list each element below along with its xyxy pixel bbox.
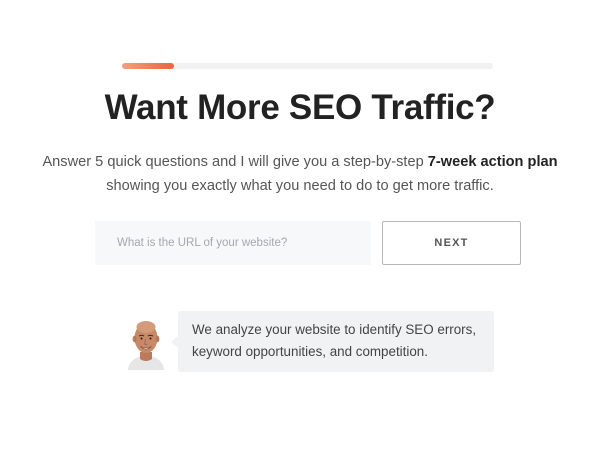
info-text-line-2: keyword opportunities, and competition. [192,344,428,359]
speech-bubble-tail [171,336,178,348]
page-title: Want More SEO Traffic? [104,88,496,127]
intro-text: Answer 5 quick questions and I will give… [40,150,560,198]
intro-text-end: showing you exactly what you need to do … [106,178,494,194]
progress-bar [122,63,493,69]
seo-quiz-page: Want More SEO Traffic? Answer 5 quick qu… [0,0,600,467]
next-button[interactable]: NEXT [382,221,521,265]
website-url-input[interactable] [95,221,371,265]
info-text-line-1: We analyze your website to identify SEO … [192,322,477,337]
intro-text-emphasis: 7-week action plan [427,154,558,170]
person-avatar-icon [124,316,168,370]
intro-text-start: Answer 5 quick questions and I will give… [42,154,428,170]
progress-bar-fill [122,63,174,69]
info-speech-bubble: We analyze your website to identify SEO … [178,311,494,372]
